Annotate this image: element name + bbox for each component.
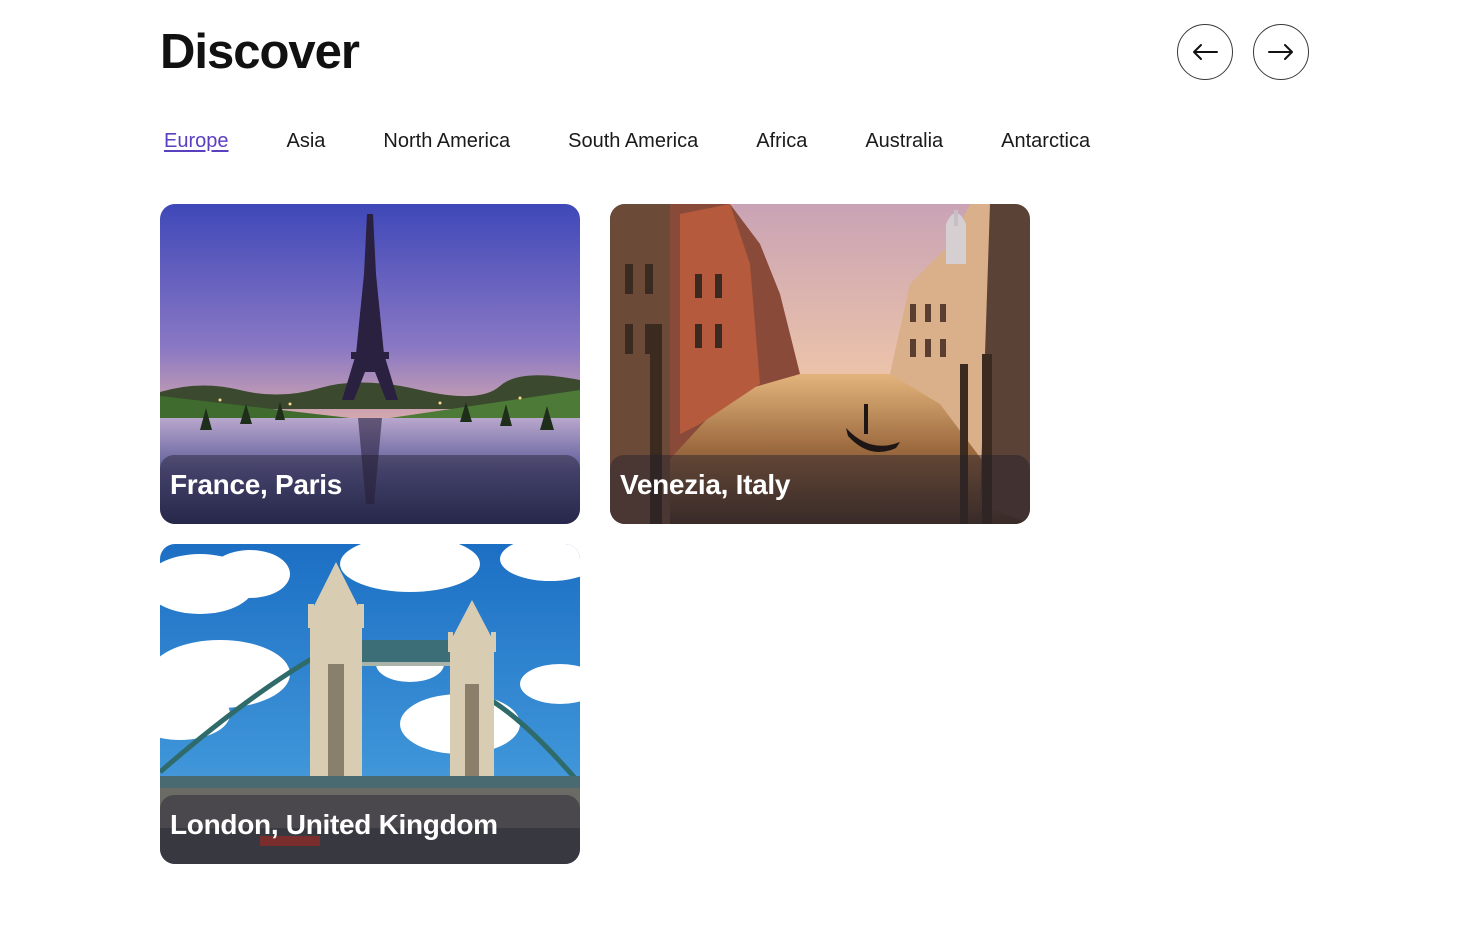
page-title: Discover — [160, 25, 360, 79]
destination-caption: London, United Kingdom — [170, 809, 498, 840]
tab-africa[interactable]: Africa — [756, 125, 807, 157]
tab-north-america[interactable]: North America — [383, 125, 510, 157]
arrow-right-icon — [1268, 44, 1293, 60]
tab-antarctica[interactable]: Antarctica — [1001, 125, 1090, 157]
destination-card-venice[interactable]: Venezia, Italy — [610, 204, 1030, 524]
continent-tabs: Europe Asia North America South America … — [164, 124, 1148, 158]
tab-south-america[interactable]: South America — [568, 125, 698, 157]
tab-asia[interactable]: Asia — [287, 125, 326, 157]
arrow-left-icon — [1193, 44, 1218, 60]
tab-australia[interactable]: Australia — [865, 125, 943, 157]
next-button[interactable] — [1253, 24, 1309, 80]
previous-button[interactable] — [1177, 24, 1233, 80]
tab-europe[interactable]: Europe — [164, 125, 229, 157]
destination-caption: Venezia, Italy — [620, 469, 791, 500]
destination-card-paris[interactable]: France, Paris — [160, 204, 580, 524]
destination-caption: France, Paris — [170, 469, 342, 500]
destination-card-london[interactable]: London, United Kingdom — [160, 544, 580, 864]
